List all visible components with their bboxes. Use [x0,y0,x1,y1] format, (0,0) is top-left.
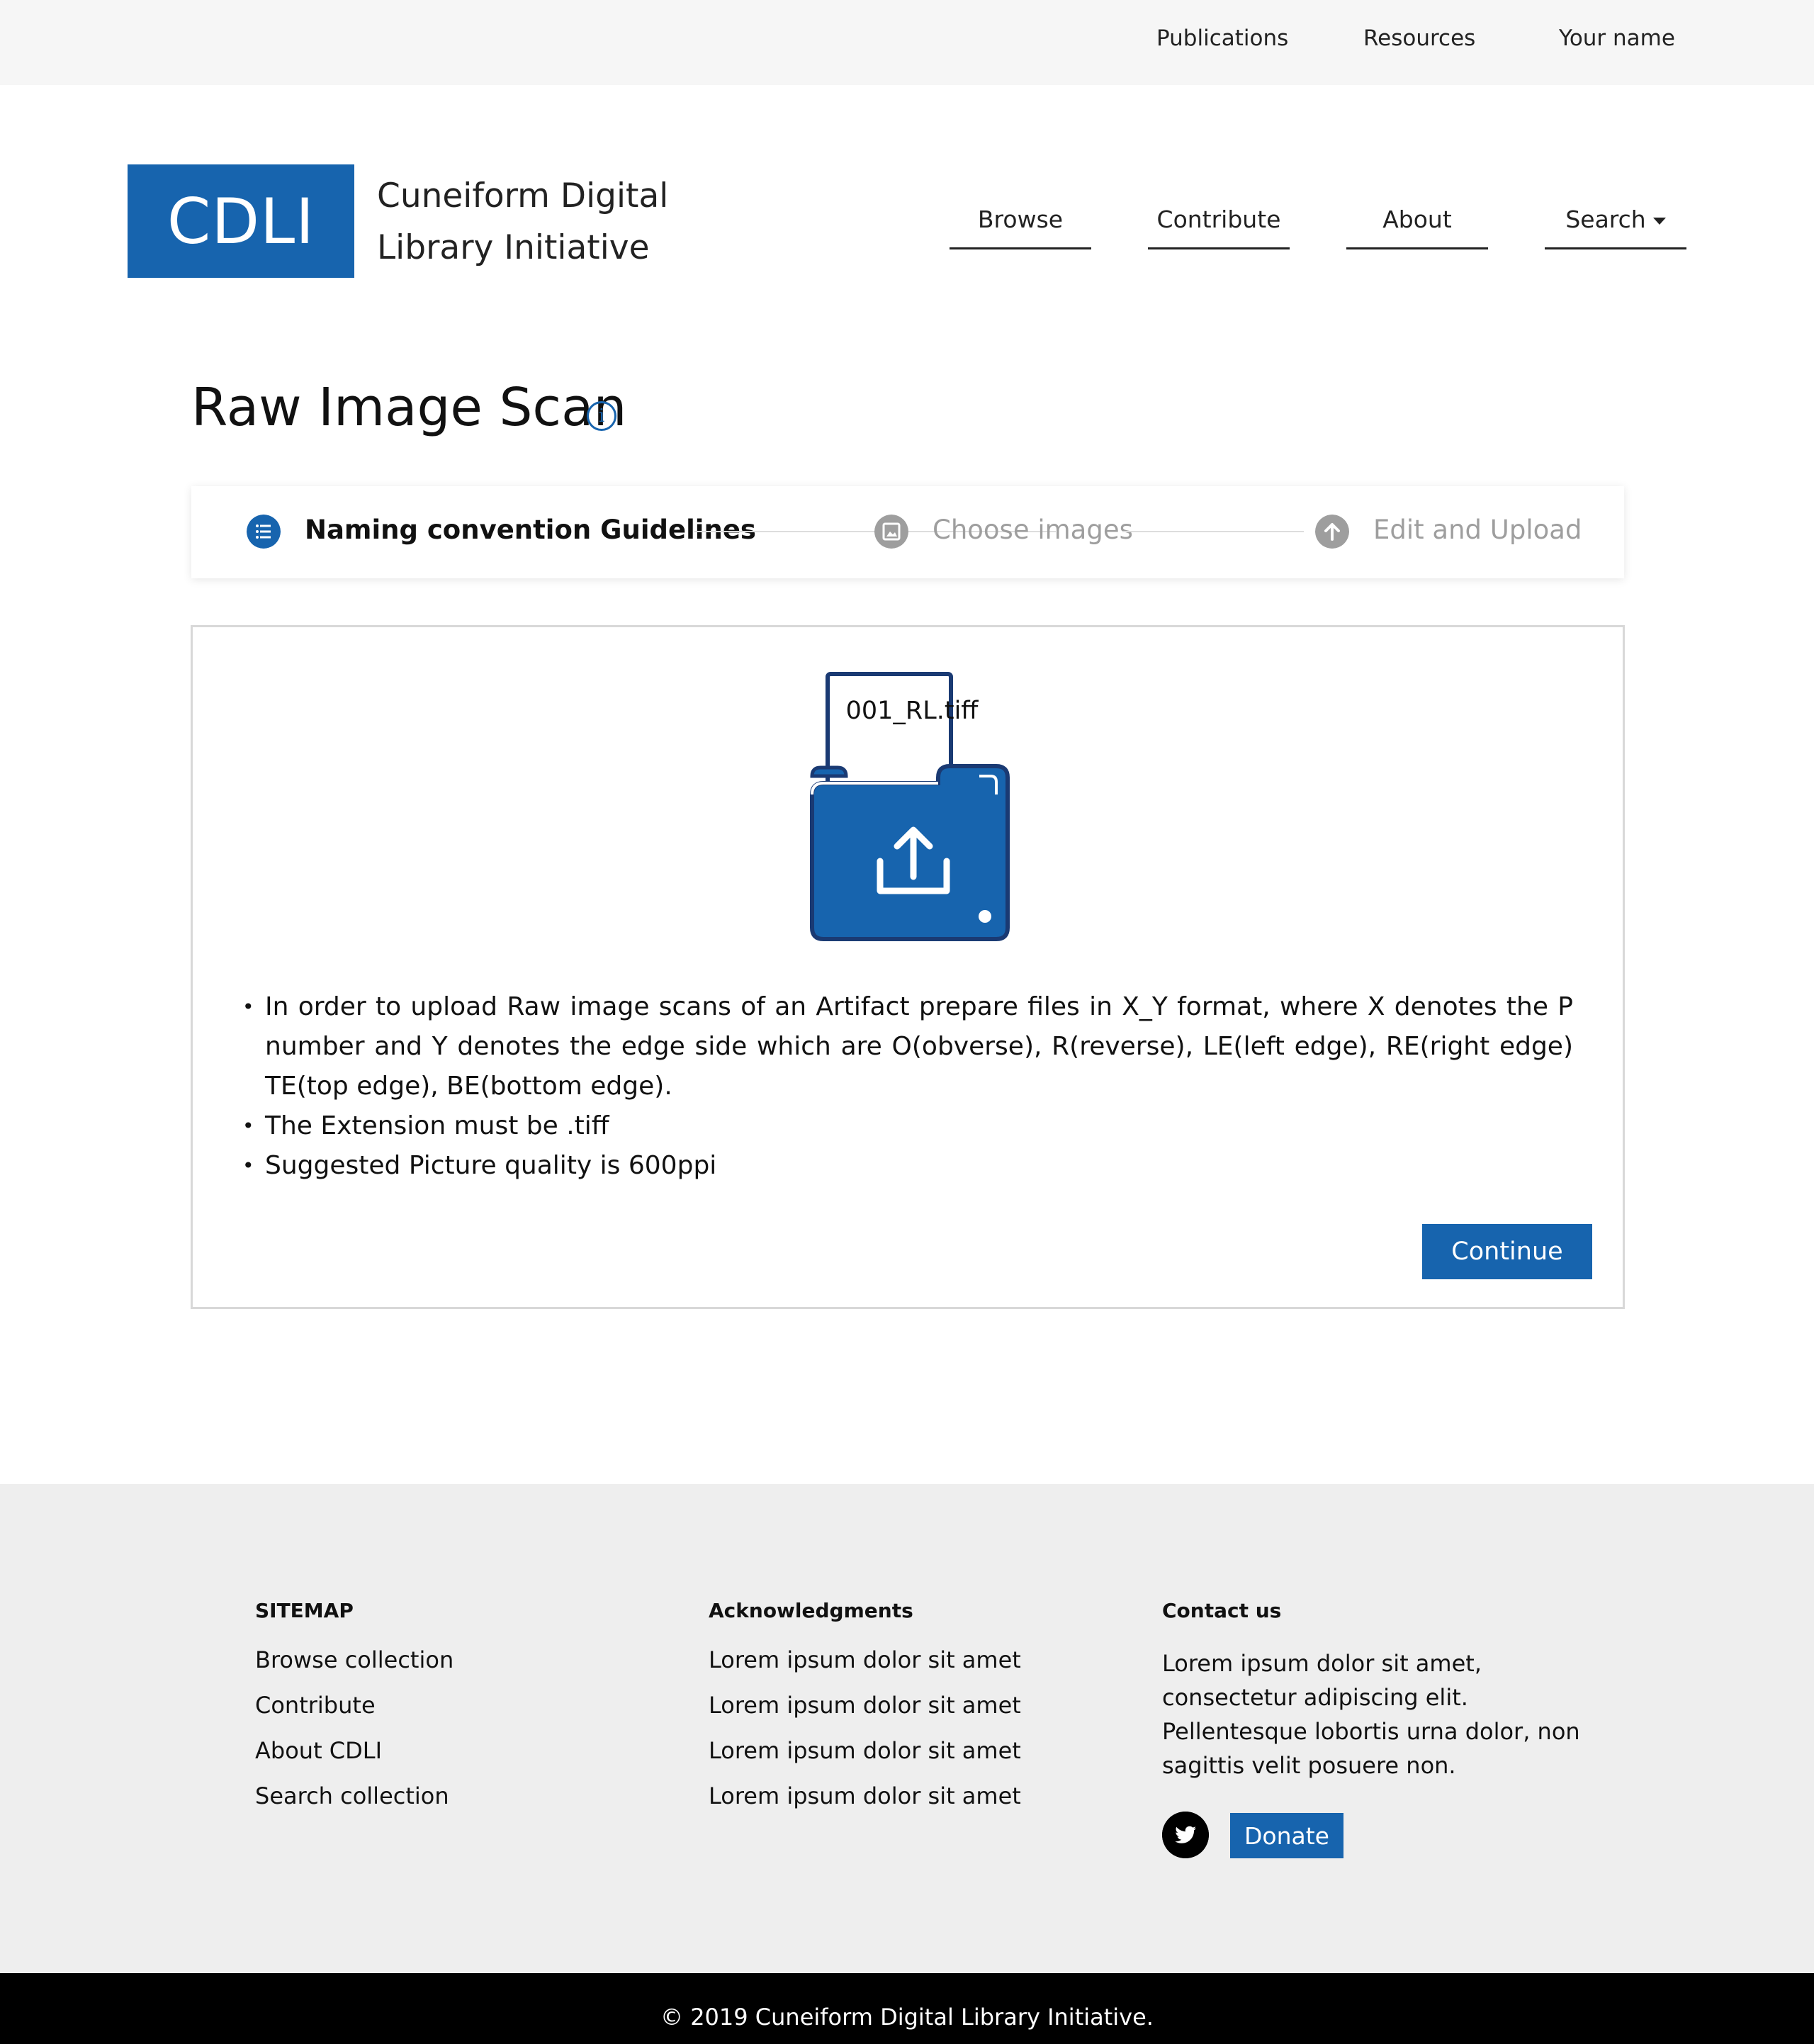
footer-sitemap: SITEMAP Browse collection Contribute Abo… [255,1599,454,1828]
step-edit-upload[interactable]: Edit and Upload [1373,515,1582,545]
footer: SITEMAP Browse collection Contribute Abo… [0,1484,1814,1973]
org-name-line2: Library Initiative [377,228,650,267]
contact-heading: Contact us [1162,1599,1282,1622]
footer-link[interactable]: Contribute [255,1692,454,1737]
user-name-link[interactable]: Your name [1559,26,1675,51]
sitemap-heading: SITEMAP [255,1599,354,1622]
utility-bar: Publications Resources Your name [0,0,1814,85]
acknowledgment-item: Lorem ipsum dolor sit amet [709,1737,1021,1764]
resources-link[interactable]: Resources [1363,26,1475,51]
file-name-label: 001_RL.tiff [845,697,979,725]
step-connector [1122,531,1304,532]
acknowledgment-item: Lorem ipsum dolor sit amet [709,1782,1021,1809]
logo-text: CDLI [167,184,315,258]
acknowledgment-item: Lorem ipsum dolor sit amet [709,1646,1021,1673]
footer-link[interactable]: Browse collection [255,1646,454,1692]
continue-button[interactable]: Continue [1422,1224,1592,1279]
image-icon [874,515,908,549]
copyright: © 2019 Cuneiform Digital Library Initiat… [0,1973,1814,2044]
list-icon [247,515,281,549]
step-choose-images[interactable]: Choose images [933,515,1133,545]
acknowledgments-heading: Acknowledgments [709,1599,913,1622]
footer-link[interactable]: About CDLI [255,1737,454,1782]
step-naming-guidelines[interactable]: Naming convention Guidelines [305,515,756,545]
footer-link[interactable]: Search collection [255,1782,454,1828]
upload-stepper: Naming convention Guidelines Choose imag… [191,486,1624,578]
list-item: The Extension must be .tiff [242,1106,1573,1146]
acknowledgment-item: Lorem ipsum dolor sit amet [709,1692,1021,1719]
donate-button[interactable]: Donate [1230,1813,1343,1858]
guidelines-card: 001_RL.tiff In order to upload Raw image… [191,625,1625,1309]
contact-text: Lorem ipsum dolor sit amet, consectetur … [1162,1650,1580,1779]
guidelines-list: In order to upload Raw image scans of an… [242,987,1573,1186]
nav-search-label: Search [1565,206,1646,233]
list-item: Suggested Picture quality is 600ppi [242,1146,1573,1186]
nav-contribute[interactable]: Contribute [1148,206,1290,249]
org-name-line1: Cuneiform Digital [377,176,669,215]
nav-search[interactable]: Search [1545,206,1686,249]
info-icon[interactable]: i [587,401,616,431]
page-title: Raw Image Scan [191,377,627,438]
caret-down-icon [1652,217,1666,225]
org-name: Cuneiform Digital Library Initiative [377,170,668,274]
list-item: In order to upload Raw image scans of an… [242,987,1573,1106]
footer-contact: Contact us Lorem ipsum dolor sit amet, c… [1162,1599,1630,1882]
cdli-logo[interactable]: CDLI [128,164,354,278]
nav-about[interactable]: About [1346,206,1488,249]
footer-acknowledgments: Acknowledgments Lorem ipsum dolor sit am… [709,1599,1021,1828]
upload-arrow-icon [1315,515,1349,549]
nav-browse[interactable]: Browse [950,206,1091,249]
twitter-icon[interactable] [1162,1812,1209,1858]
publications-link[interactable]: Publications [1156,26,1288,51]
